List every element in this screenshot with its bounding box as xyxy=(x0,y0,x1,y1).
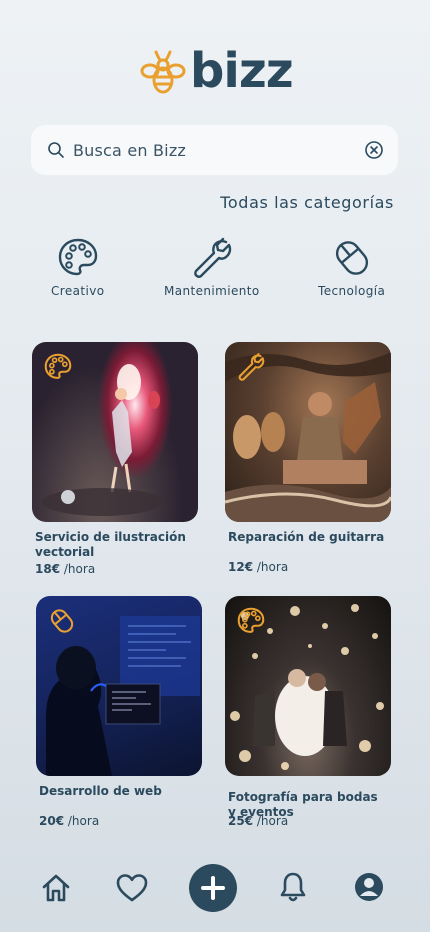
listing-image[interactable] xyxy=(36,596,202,776)
listing-price: 20€ /hora xyxy=(39,814,100,828)
listing-card[interactable]: Fotografía para bodas y eventos 25€ /hor… xyxy=(225,596,391,828)
search-icon xyxy=(48,142,64,158)
app-logo: bizz xyxy=(140,43,294,99)
listing-price: 18€ /hora xyxy=(35,562,96,576)
nav-notifications[interactable] xyxy=(277,870,309,904)
wrench-icon xyxy=(193,237,231,278)
profile-icon xyxy=(355,873,383,901)
clear-icon[interactable] xyxy=(364,140,384,160)
palette-icon xyxy=(58,238,97,276)
search-bar[interactable]: Busca en Bizz xyxy=(31,125,398,175)
category-label: Creativo xyxy=(51,284,105,298)
listing-image[interactable] xyxy=(225,342,391,522)
wrench-icon xyxy=(238,353,265,381)
palette-icon xyxy=(44,353,72,379)
bottom-nav xyxy=(0,860,430,916)
listing-price: 12€ /hora xyxy=(228,560,289,574)
category-label: Mantenimiento xyxy=(164,284,260,298)
listing-image[interactable] xyxy=(225,596,391,776)
category-mantenimiento[interactable]: Mantenimiento xyxy=(164,236,260,298)
nav-favorites[interactable] xyxy=(115,872,149,904)
heart-icon xyxy=(116,874,148,902)
listing-title: Reparación de guitarra xyxy=(228,530,385,544)
bell-icon xyxy=(280,872,306,902)
home-icon xyxy=(42,874,70,902)
listing-card[interactable]: Desarrollo de web 20€ /hora xyxy=(36,596,202,828)
nav-profile[interactable] xyxy=(354,872,384,902)
mouse-icon xyxy=(50,609,74,633)
listing-title: Desarrollo de web xyxy=(39,784,162,798)
mouse-icon xyxy=(335,241,368,275)
listing-price: 25€ /hora xyxy=(228,814,289,828)
listing-image[interactable] xyxy=(32,342,198,522)
all-categories-link[interactable]: Todas las categorías xyxy=(220,193,394,212)
bee-icon xyxy=(140,50,186,94)
nav-home[interactable] xyxy=(40,872,72,904)
listing-title: Servicio de ilustración vectorial xyxy=(35,530,186,559)
add-button[interactable] xyxy=(189,864,237,912)
listing-card[interactable]: Reparación de guitarra 12€ /hora xyxy=(225,342,391,574)
plus-icon xyxy=(201,876,225,900)
listing-card[interactable]: Servicio de ilustración vectorial 18€ /h… xyxy=(32,342,198,576)
logo-text: bizz xyxy=(190,43,294,99)
palette-icon xyxy=(237,607,265,633)
category-tecnologia[interactable]: Tecnología xyxy=(318,236,385,298)
category-label: Tecnología xyxy=(318,284,386,298)
category-creativo[interactable]: Creativo xyxy=(51,236,104,298)
search-input[interactable]: Busca en Bizz xyxy=(73,141,364,160)
